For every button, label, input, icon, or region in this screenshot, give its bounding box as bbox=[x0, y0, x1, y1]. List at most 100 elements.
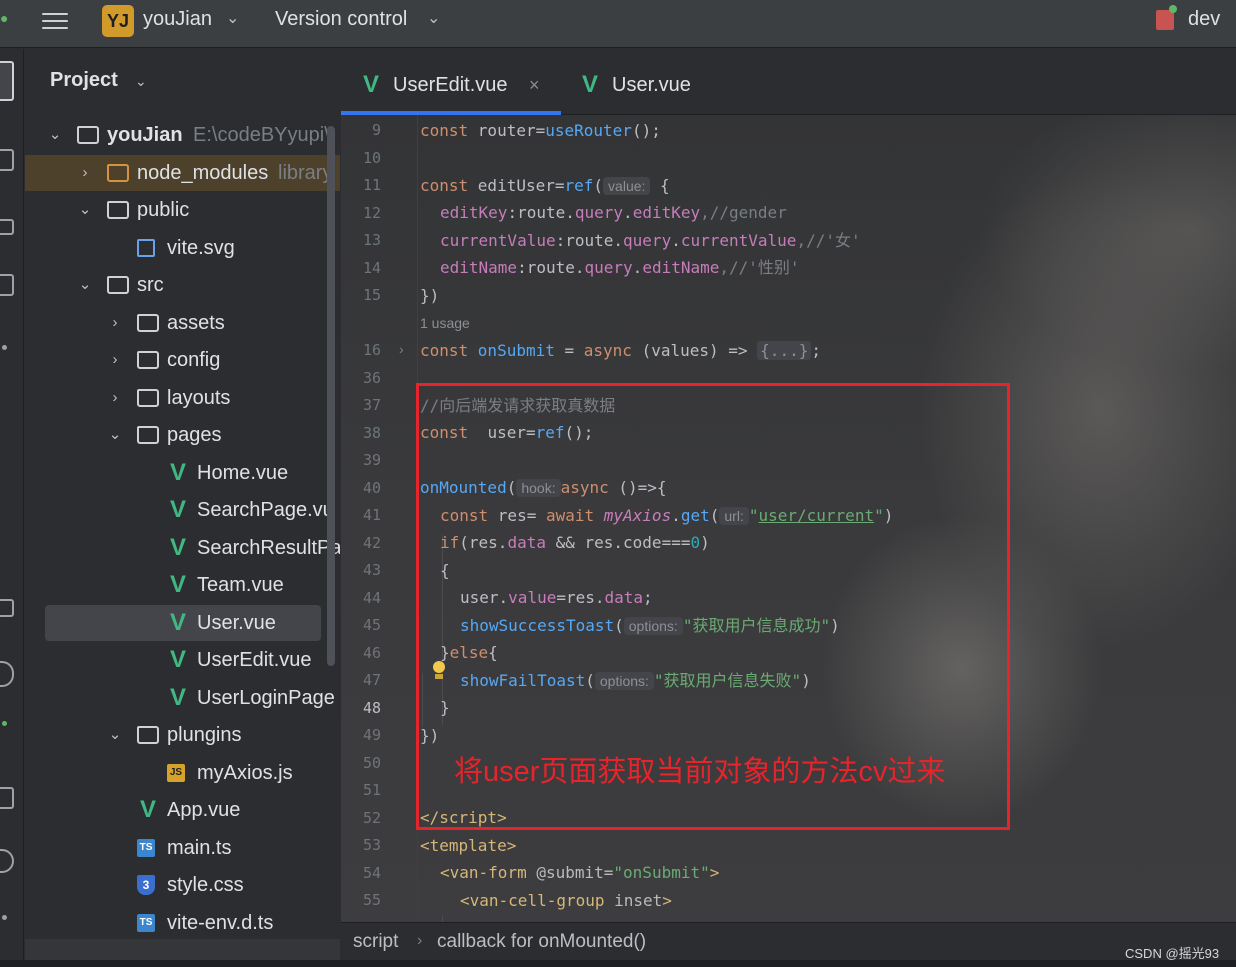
tree-item[interactable]: TS vite-env.d.ts bbox=[25, 905, 340, 941]
close-icon[interactable]: × bbox=[529, 67, 540, 103]
chevron-right-icon[interactable]: › bbox=[107, 342, 123, 378]
more-tools-icon[interactable] bbox=[2, 345, 7, 350]
tree-item-label: src bbox=[137, 274, 164, 296]
line-number: 12 bbox=[362, 204, 381, 222]
folder-icon bbox=[107, 201, 129, 219]
tree-item-label: style.css bbox=[167, 874, 244, 896]
terminal-tool-icon[interactable] bbox=[0, 787, 14, 809]
git-tool-icon[interactable] bbox=[2, 915, 7, 920]
breadcrumb-callback[interactable]: callback for onMounted() bbox=[437, 931, 646, 953]
tree-item-label: youJian bbox=[107, 124, 183, 146]
project-tool-icon[interactable] bbox=[0, 61, 14, 101]
project-selector[interactable]: youJian bbox=[143, 8, 212, 31]
tab-useredit-vue[interactable]: V UserEdit.vue × bbox=[363, 67, 563, 103]
chevron-right-icon[interactable]: › bbox=[77, 155, 93, 191]
editor-breadcrumb-bar: script › callback for onMounted() bbox=[341, 922, 1236, 960]
line-number: 10 bbox=[362, 149, 381, 167]
code-line-11: const editUser=ref(value: { bbox=[420, 176, 670, 195]
line-number: 9 bbox=[371, 121, 381, 139]
structure-tool-icon[interactable] bbox=[0, 219, 14, 235]
tree-item-label: plungins bbox=[167, 724, 242, 746]
code-line-9: const router=useRouter(); bbox=[420, 121, 661, 140]
chevron-down-icon[interactable]: ⌄ bbox=[135, 73, 147, 90]
commit-tool-icon[interactable] bbox=[0, 149, 14, 171]
tree-item[interactable]: vite.svg bbox=[25, 230, 340, 266]
line-number: 55 bbox=[362, 891, 381, 909]
left-edge-icon: ● bbox=[0, 10, 9, 26]
run-tool-icon[interactable] bbox=[0, 661, 14, 687]
tree-item[interactable]: V SearchResultPa bbox=[25, 530, 340, 566]
tree-item[interactable]: V Home.vue bbox=[25, 455, 340, 491]
line-number: 38 bbox=[362, 424, 381, 442]
line-number: 49 bbox=[362, 726, 381, 744]
chevron-right-icon[interactable]: › bbox=[107, 380, 123, 416]
version-control-menu[interactable]: Version control bbox=[275, 8, 407, 31]
tree-item[interactable]: ⌄ pages bbox=[25, 417, 340, 453]
tree-item[interactable]: TS main.ts bbox=[25, 830, 340, 866]
tree-item-label: User.vue bbox=[197, 611, 276, 634]
line-number: 44 bbox=[362, 589, 381, 607]
project-panel-title[interactable]: Project bbox=[50, 69, 118, 92]
tree-item[interactable]: ⌄ src bbox=[25, 267, 340, 303]
tree-item[interactable]: V User.vue bbox=[25, 604, 340, 641]
usage-hint[interactable]: 1 usage bbox=[420, 311, 470, 335]
branch-selector[interactable]: dev bbox=[1188, 8, 1220, 31]
param-hint: value: bbox=[603, 177, 651, 195]
tree-item-label: SearchPage.vu bbox=[197, 499, 334, 521]
tree-item[interactable]: JS myAxios.js bbox=[25, 755, 340, 791]
tree-item[interactable]: V App.vue bbox=[25, 792, 340, 828]
breadcrumb-script[interactable]: script bbox=[353, 931, 398, 953]
tree-item[interactable]: V UserLoginPage bbox=[25, 680, 340, 716]
tree-item-label: myAxios.js bbox=[197, 761, 293, 784]
status-dot-icon bbox=[2, 721, 7, 726]
title-bar: ● YJ youJian ⌄ Version control ⌄ dev bbox=[0, 0, 1236, 48]
tree-item[interactable]: ⌄ public bbox=[25, 192, 340, 228]
chevron-right-icon[interactable]: › bbox=[107, 305, 123, 341]
tree-item[interactable]: › assets bbox=[25, 305, 340, 341]
chevron-down-icon[interactable]: ⌄ bbox=[107, 717, 123, 753]
chevron-down-icon[interactable]: ⌄ bbox=[226, 8, 239, 28]
vue-file-icon: V bbox=[169, 646, 186, 673]
folder-icon bbox=[107, 163, 129, 182]
project-scrollbar[interactable] bbox=[327, 126, 335, 666]
chevron-down-icon[interactable]: ⌄ bbox=[77, 267, 93, 303]
tree-item-label: SearchResultPa bbox=[197, 536, 340, 559]
tree-item[interactable]: V UserEdit.vue bbox=[25, 642, 340, 678]
vue-file-icon: V bbox=[169, 533, 186, 561]
tree-item[interactable]: 3 style.css bbox=[25, 867, 340, 903]
ts-file-icon: TS bbox=[137, 913, 155, 932]
tree-item[interactable]: V Team.vue bbox=[25, 567, 340, 603]
code-line-12: editKey:route.query.editKey,//gender bbox=[440, 203, 787, 222]
main-menu-icon[interactable] bbox=[40, 8, 70, 36]
chevron-down-icon[interactable]: ⌄ bbox=[107, 417, 123, 453]
annotation-note: 将user页面获取当前对象的方法cv过来 bbox=[454, 756, 946, 788]
chevron-down-icon[interactable]: ⌄ bbox=[77, 192, 93, 228]
tree-item[interactable]: ⌄ youJian E:\codeBYyupi\ bbox=[25, 117, 340, 153]
vue-file-icon: V bbox=[169, 571, 186, 598]
vue-file-icon: V bbox=[169, 608, 186, 636]
chevron-down-icon[interactable]: ⌄ bbox=[47, 117, 63, 153]
chevron-down-icon[interactable]: ⌄ bbox=[427, 8, 440, 28]
problems-tool-icon[interactable] bbox=[0, 849, 14, 873]
folder-icon bbox=[137, 313, 159, 332]
code-line-55: <van-cell-group inset> bbox=[460, 891, 672, 910]
tree-item-label: config bbox=[167, 349, 221, 371]
expand-fold-icon[interactable]: › bbox=[399, 341, 404, 357]
folder-icon bbox=[107, 276, 129, 294]
tree-item[interactable]: V SearchPage.vu bbox=[25, 492, 340, 528]
tab-label: User.vue bbox=[612, 74, 691, 96]
line-number: 14 bbox=[362, 259, 381, 277]
bookmarks-tool-icon[interactable] bbox=[0, 274, 14, 296]
tree-item-label: node_modules bbox=[137, 161, 269, 184]
tab-user-vue[interactable]: V User.vue bbox=[582, 67, 722, 103]
folder-icon bbox=[137, 726, 159, 744]
tree-item[interactable]: › layouts bbox=[25, 380, 340, 416]
tree-item[interactable]: ⌄ plungins bbox=[25, 717, 340, 753]
tree-item[interactable]: › config bbox=[25, 342, 340, 378]
branch-icon[interactable] bbox=[1156, 10, 1174, 30]
line-number: 40 bbox=[362, 479, 381, 497]
project-avatar[interactable]: YJ bbox=[102, 5, 134, 37]
services-tool-icon[interactable] bbox=[0, 599, 14, 617]
tree-item-label: main.ts bbox=[167, 836, 232, 859]
tree-item[interactable]: › node_modules library bbox=[25, 154, 340, 191]
